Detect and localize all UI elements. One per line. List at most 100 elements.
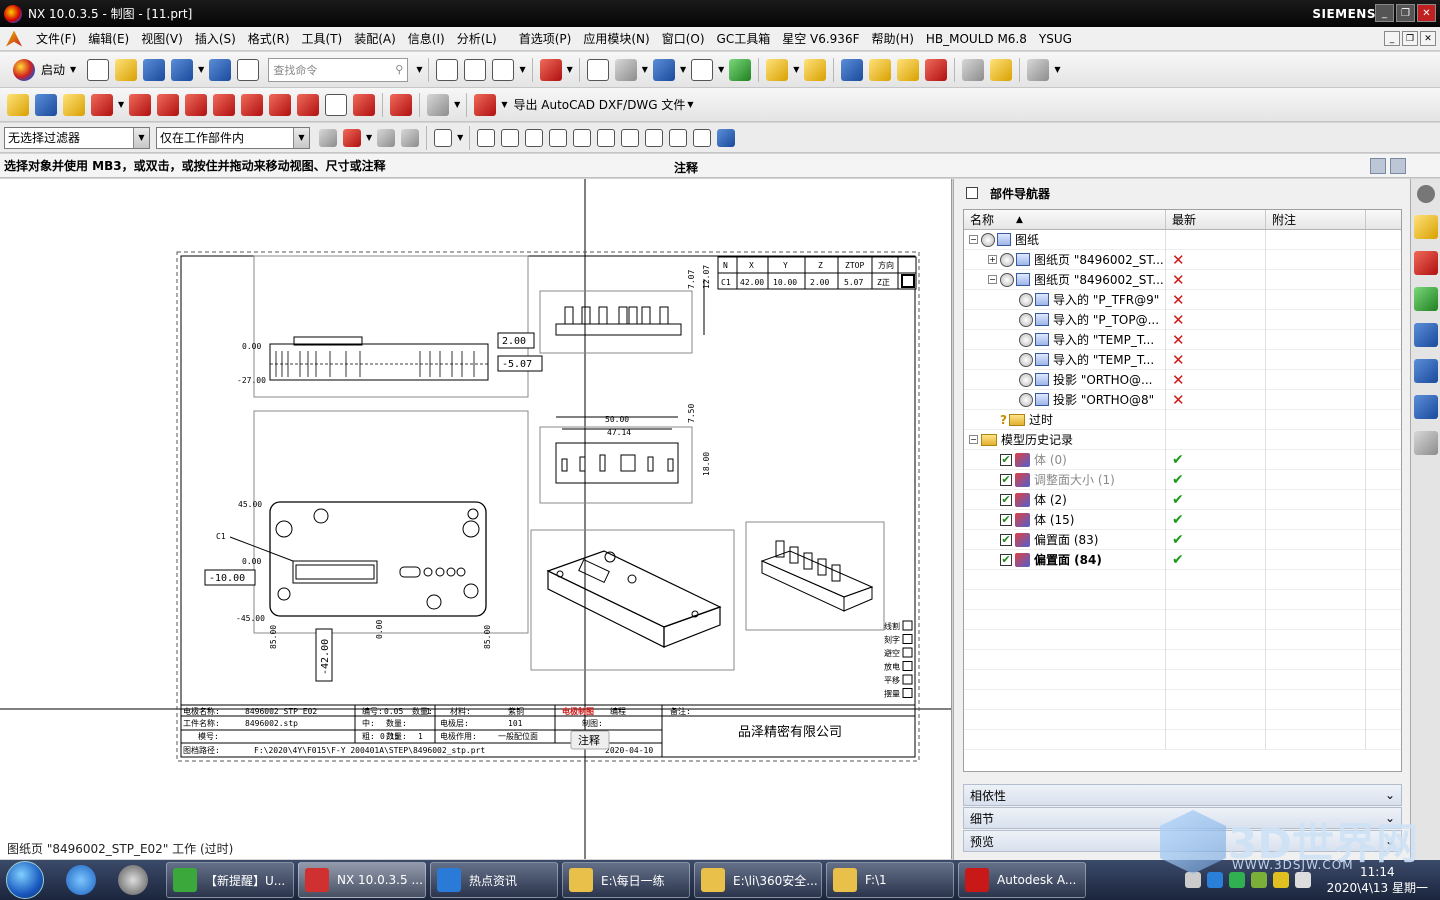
taskbar-button-0[interactable]: 【新提醒】U... <box>166 862 294 898</box>
export-dxf-icon[interactable] <box>474 93 497 116</box>
feature-checkbox[interactable]: ✔ <box>1000 493 1012 506</box>
assembly-navigator-icon[interactable] <box>1414 215 1438 239</box>
sheet-view-icon[interactable] <box>464 58 487 81</box>
navigator-tree[interactable]: 名称 ▲ 最新 附注 − 图纸 + 图纸页 "8496002_ST... ✕ − 图纸页 "8… <box>963 209 1402 772</box>
menu-item-9[interactable]: 首选项(P) <box>513 30 578 47</box>
selection-scope-select[interactable]: 仅在工作部件内 ▼ <box>156 126 310 149</box>
filter-icon[interactable] <box>319 128 337 147</box>
snap-line-icon[interactable] <box>525 128 544 147</box>
projected-view-icon[interactable] <box>129 93 152 116</box>
tree-row[interactable]: ✔ 体 (0) ✔ <box>964 449 1401 470</box>
repeat-command-icon[interactable] <box>209 58 232 81</box>
minimize-button[interactable]: _ <box>1375 4 1394 22</box>
solid-box-icon[interactable] <box>962 58 985 81</box>
taskbar-button-2[interactable]: 热点资讯 <box>430 862 558 898</box>
chevron-down-icon[interactable]: ▼ <box>642 65 648 74</box>
tree-row[interactable]: ✔ 体 (15) ✔ <box>964 509 1401 530</box>
display-hide-icon[interactable] <box>353 93 376 116</box>
reuse-library-icon[interactable] <box>1414 323 1438 347</box>
chevron-down-icon[interactable]: ▼ <box>567 65 573 74</box>
constraint-navigator-icon[interactable] <box>1414 251 1438 275</box>
taskbar-button-3[interactable]: E:\每日一练 <box>562 862 690 898</box>
tree-row[interactable]: − 图纸页 "8496002_ST... ✕ <box>964 269 1401 290</box>
graphics-window[interactable]: N X Y Z ZTOP 方向 C1 42.00 10.00 2.00 5.07… <box>0 179 952 859</box>
menu-item-12[interactable]: GC工具箱 <box>711 30 777 47</box>
navigator-section-2[interactable]: 预览 ⌄ <box>963 830 1402 852</box>
snap-control-icon[interactable] <box>573 128 592 147</box>
image-view-icon[interactable] <box>729 58 752 81</box>
chevron-down-icon[interactable]: ▼ <box>198 65 204 74</box>
type-filter-icon[interactable] <box>343 128 361 147</box>
web-browser-icon[interactable] <box>1414 359 1438 383</box>
doc-restore-button[interactable]: ❐ <box>1402 31 1418 46</box>
text-note-icon[interactable] <box>586 58 609 81</box>
snap-intersect-icon[interactable] <box>597 128 616 147</box>
menu-item-0[interactable]: 文件(F) <box>30 30 82 47</box>
display-sheet-icon[interactable] <box>492 58 515 81</box>
pick-icon[interactable] <box>401 128 420 147</box>
snap-bound-icon[interactable] <box>717 128 736 147</box>
network-icon[interactable] <box>1250 872 1267 888</box>
tree-row[interactable]: − 模型历史记录 <box>964 429 1401 450</box>
snap-center-icon[interactable] <box>621 128 640 147</box>
navigator-section-0[interactable]: 相依性 ⌄ <box>963 784 1402 806</box>
open-folder-icon[interactable] <box>115 58 138 81</box>
collapse-icon[interactable]: − <box>969 235 978 244</box>
undo-icon[interactable] <box>171 58 194 81</box>
reset-filter-icon[interactable] <box>377 128 396 147</box>
menu-item-6[interactable]: 装配(A) <box>348 30 402 47</box>
column-name[interactable]: 名称 ▲ <box>964 210 1166 229</box>
panel-expand-icon[interactable] <box>1390 158 1406 174</box>
rectangle-select-icon[interactable] <box>434 128 453 147</box>
measure-icon[interactable] <box>652 58 675 81</box>
qq-icon[interactable] <box>118 865 148 895</box>
feature-checkbox[interactable]: ✔ <box>1000 533 1012 546</box>
command-search-input[interactable]: 查找命令 ⚲ <box>268 57 409 82</box>
new-file-icon[interactable] <box>87 58 110 81</box>
roles-icon[interactable] <box>1414 431 1438 455</box>
chevron-down-icon[interactable]: ▼ <box>416 65 422 74</box>
menu-item-8[interactable]: 分析(L) <box>451 30 503 47</box>
panel-toggle-icon[interactable] <box>1370 158 1386 174</box>
crosshair-icon[interactable] <box>691 58 714 81</box>
break-view-icon[interactable] <box>269 93 292 116</box>
tree-row[interactable]: 导入的 "P_TOP@... ✕ <box>964 309 1401 330</box>
collapse-icon[interactable]: − <box>988 275 997 284</box>
chevron-down-icon[interactable]: ▼ <box>718 65 724 74</box>
tree-row[interactable]: 导入的 "TEMP_T... ✕ <box>964 329 1401 350</box>
doc-close-button[interactable]: ✕ <box>1420 31 1436 46</box>
tree-row[interactable]: ? 过时 <box>964 409 1401 430</box>
nx-menu-icon[interactable] <box>6 30 22 47</box>
chevron-down-icon[interactable]: ▼ <box>133 127 149 148</box>
update-view-icon[interactable] <box>390 93 413 116</box>
start-button[interactable]: 启动 ▼ <box>4 56 84 84</box>
edit-sheet-icon[interactable] <box>63 93 85 116</box>
menu-item-3[interactable]: 插入(S) <box>189 30 242 47</box>
menu-item-1[interactable]: 编辑(E) <box>82 30 135 47</box>
chevron-down-icon[interactable]: ▼ <box>293 127 309 148</box>
feature-checkbox[interactable]: ✔ <box>1000 453 1012 466</box>
chevron-down-icon[interactable]: ▼ <box>793 65 799 74</box>
save-icon[interactable] <box>143 58 166 81</box>
ie-icon[interactable] <box>66 865 96 895</box>
navigator-pin-checkbox[interactable] <box>966 187 978 199</box>
navigator-section-1[interactable]: 细节 ⌄ <box>963 807 1402 829</box>
restore-button[interactable]: ❐ <box>1396 4 1415 22</box>
chevron-down-icon[interactable]: ▼ <box>457 133 463 142</box>
tree-row[interactable]: 投影 "ORTHO@... ✕ <box>964 369 1401 390</box>
tree-row[interactable]: ✔ 体 (2) ✔ <box>964 489 1401 510</box>
feature-checkbox[interactable]: ✔ <box>1000 513 1012 526</box>
table-icon[interactable] <box>427 93 450 116</box>
start-orb[interactable] <box>6 861 44 899</box>
move-tool-icon[interactable] <box>925 58 948 81</box>
menu-item-10[interactable]: 应用模块(N) <box>577 30 655 47</box>
tree-row[interactable]: ✔ 调整面大小 (1) ✔ <box>964 469 1401 490</box>
chevron-down-icon[interactable]: ▼ <box>501 100 507 109</box>
electrode-tool-icon[interactable] <box>766 58 789 81</box>
break-out-icon[interactable] <box>297 93 320 116</box>
gear-icon[interactable] <box>1417 185 1435 203</box>
feature-checkbox[interactable]: ✔ <box>1000 473 1012 486</box>
export-dxf-button[interactable]: 导出 AutoCAD DXF/DWG 文件 <box>513 96 685 113</box>
layer-icon[interactable] <box>1027 58 1050 81</box>
menu-item-5[interactable]: 工具(T) <box>296 30 349 47</box>
